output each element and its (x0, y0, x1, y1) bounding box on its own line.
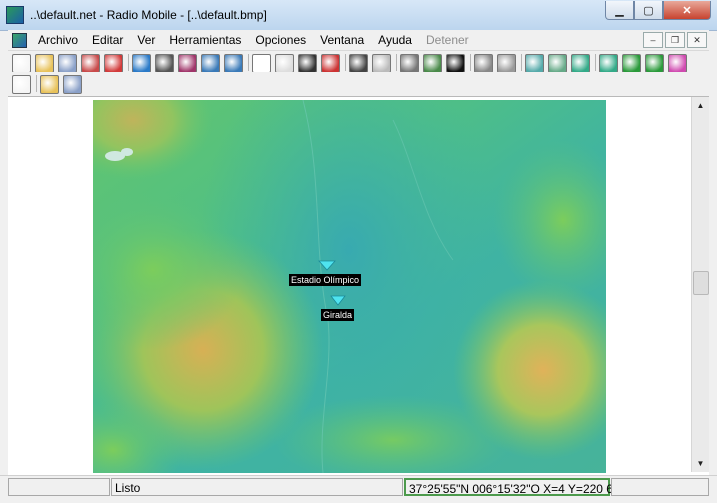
paste-icon[interactable] (400, 54, 419, 73)
unit-icon[interactable] (40, 75, 59, 94)
save-picture-icon[interactable] (298, 54, 317, 73)
toolbar-separator (248, 54, 249, 71)
apple-icon[interactable] (668, 54, 687, 73)
marker-label-estadio[interactable]: Estadio Olímpico (289, 274, 362, 286)
edit-picture-icon[interactable] (275, 54, 294, 73)
grayscale-icon[interactable] (446, 54, 465, 73)
network-properties-icon[interactable] (81, 54, 100, 73)
step-right-icon[interactable] (224, 54, 243, 73)
menu-ver[interactable]: Ver (137, 33, 155, 47)
print-icon[interactable] (349, 54, 368, 73)
toolbar-separator (36, 75, 37, 92)
document-area: Estadio Olímpico Giralda ▲ ▼ (8, 96, 709, 475)
scroll-up-arrow[interactable]: ▲ (692, 97, 709, 114)
mdi-restore-button[interactable]: ❐ (665, 32, 685, 48)
app-icon (6, 6, 24, 24)
antenna-icon[interactable] (599, 54, 618, 73)
toolbar-separator (396, 54, 397, 71)
menu-opciones[interactable]: Opciones (255, 33, 306, 47)
maximize-button[interactable]: ▢ (634, 1, 663, 20)
fit-icon[interactable] (571, 54, 590, 73)
spreadsheet-icon[interactable] (525, 54, 544, 73)
minimize-button[interactable]: ▁ (605, 1, 634, 20)
scroll-thumb[interactable] (693, 271, 709, 295)
internet-icon[interactable] (63, 75, 82, 94)
mdi-minimize-button[interactable]: – (643, 32, 663, 48)
window-controls: ▁ ▢ ✕ (605, 1, 711, 20)
toolbar-row-2 (8, 72, 709, 96)
status-text: Listo (111, 478, 403, 496)
title-bar: ..\default.net - Radio Mobile - [..\defa… (0, 0, 717, 31)
toolbar-separator (470, 54, 471, 71)
open-icon[interactable] (35, 54, 54, 73)
menu-ventana[interactable]: Ventana (320, 33, 364, 47)
menu-detener: Detener (425, 33, 469, 47)
menu-editar[interactable]: Editar (92, 33, 123, 47)
status-panel-empty (8, 478, 110, 496)
network-graph-icon[interactable] (12, 75, 31, 94)
step-left-icon[interactable] (201, 54, 220, 73)
toolbar-separator (595, 54, 596, 71)
cursor-icon[interactable] (497, 54, 516, 73)
ruler-icon[interactable] (474, 54, 493, 73)
menu-herramientas[interactable]: Herramientas (169, 33, 241, 47)
toolbar-separator (345, 54, 346, 71)
radio-link-icon[interactable] (178, 54, 197, 73)
merge-pictures-icon[interactable] (423, 54, 442, 73)
menu-list: Archivo Editar Ver Herramientas Opciones Vent… (38, 33, 483, 47)
toolbar-separator (128, 54, 129, 71)
coordinates-readout: 37°25'55"N 006°15'32"O X=4 Y=220 66m (404, 478, 630, 496)
mdi-controls: – ❐ ✕ (641, 32, 707, 48)
mdi-close-button[interactable]: ✕ (687, 32, 707, 48)
copy-network-icon[interactable] (58, 54, 77, 73)
radio-coverage-icon[interactable] (622, 54, 641, 73)
menu-ayuda[interactable]: Ayuda (378, 33, 412, 47)
user-icon[interactable] (548, 54, 567, 73)
status-bar: Listo 37°25'55"N 006°15'32"O X=4 Y=220 6… (0, 475, 717, 503)
elevation-map[interactable] (93, 100, 606, 473)
globe-coverage-icon[interactable] (645, 54, 664, 73)
cd-icon[interactable] (155, 54, 174, 73)
scroll-down-arrow[interactable]: ▼ (692, 455, 709, 472)
copy-icon[interactable] (372, 54, 391, 73)
blank-picture-icon[interactable] (252, 54, 271, 73)
status-panel-extra (611, 478, 709, 496)
new-icon[interactable] (12, 54, 31, 73)
close-button[interactable]: ✕ (663, 1, 711, 20)
menu-archivo[interactable]: Archivo (38, 33, 78, 47)
window-title: ..\default.net - Radio Mobile - [..\defa… (30, 8, 267, 22)
toolbar-separator (521, 54, 522, 71)
picture-properties-icon[interactable] (321, 54, 340, 73)
unit-properties-icon[interactable] (104, 54, 123, 73)
world-map-icon[interactable] (132, 54, 151, 73)
marker-label-giralda[interactable]: Giralda (321, 309, 355, 321)
document-icon[interactable] (12, 33, 27, 48)
menu-bar: Archivo Editar Ver Herramientas Opciones Vent… (8, 30, 709, 51)
vertical-scrollbar[interactable]: ▲ ▼ (691, 97, 709, 472)
